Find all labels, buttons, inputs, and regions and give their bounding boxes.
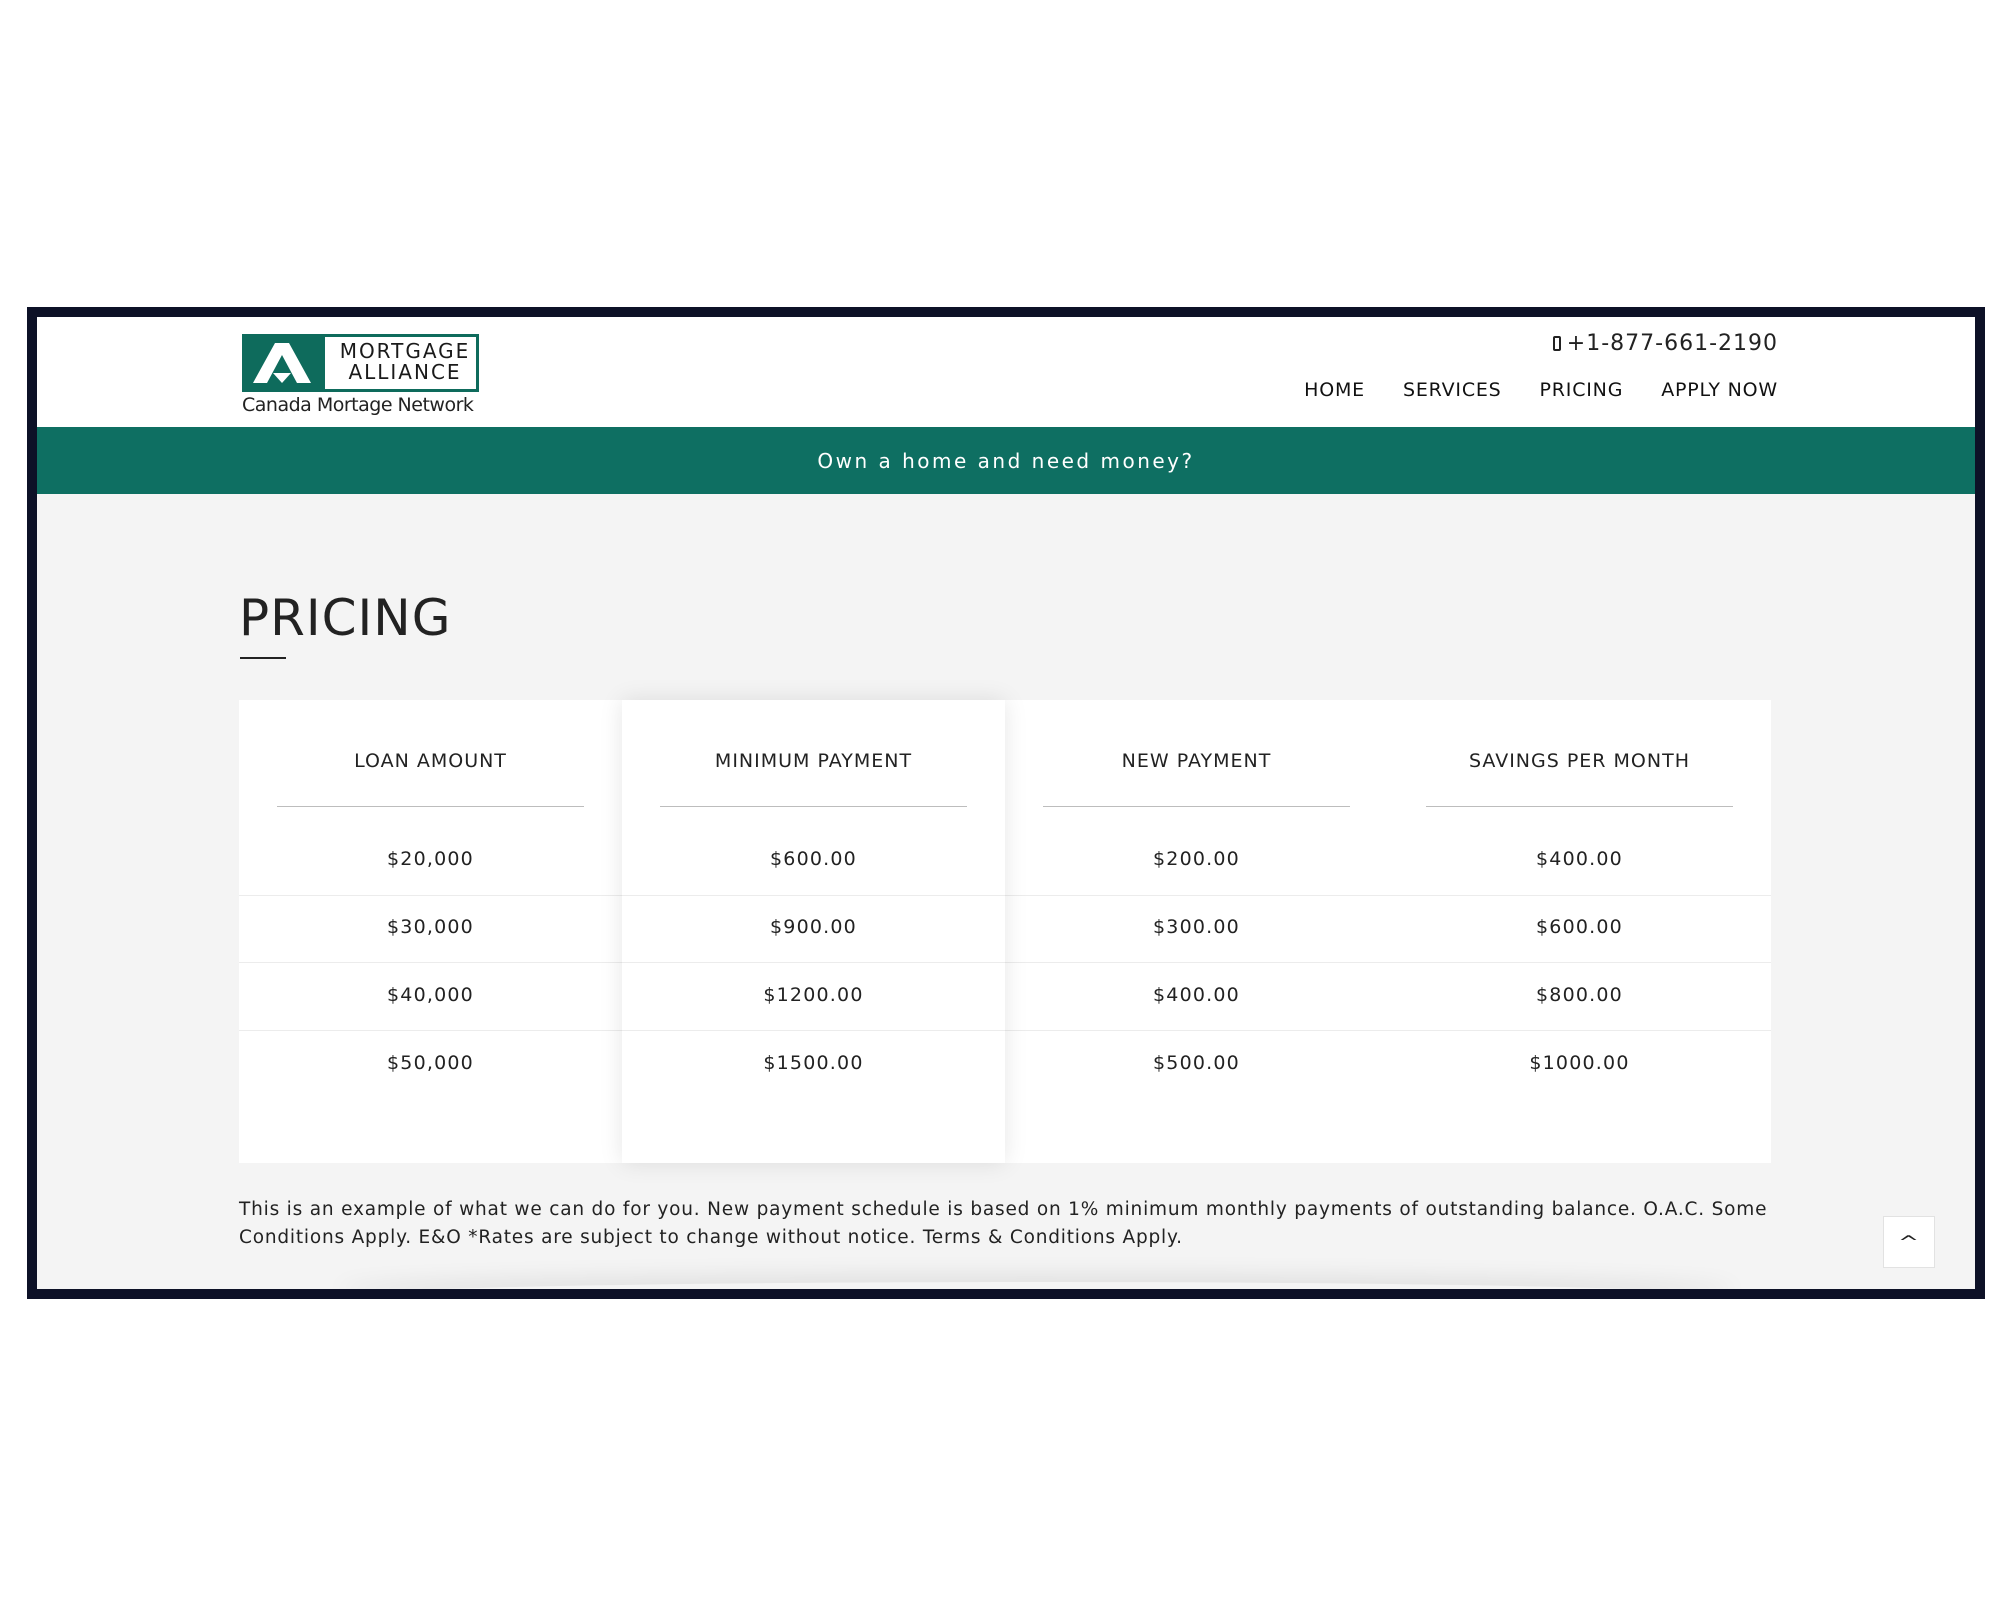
page-title: PRICING bbox=[239, 589, 452, 647]
chevron-up-icon: ^ bbox=[1898, 1231, 1920, 1253]
promo-banner: Own a home and need money? bbox=[37, 427, 1975, 494]
scroll-to-top-button[interactable]: ^ bbox=[1883, 1216, 1935, 1268]
header-rule bbox=[1043, 806, 1350, 807]
table-cell: $200.00 bbox=[1153, 848, 1240, 870]
table-cell: $900.00 bbox=[770, 916, 857, 938]
logo-subtitle: Canada Mortage Network bbox=[242, 394, 474, 416]
nav-apply-now[interactable]: APPLY NOW bbox=[1661, 379, 1778, 401]
main-nav: HOME SERVICES PRICING APPLY NOW bbox=[1304, 379, 1778, 401]
logo-line-1: MORTGAGE bbox=[339, 339, 471, 363]
table-cell: $1000.00 bbox=[1529, 1052, 1630, 1074]
column-header: NEW PAYMENT bbox=[1121, 750, 1272, 772]
phone-link[interactable]: +1-877-661-2190 bbox=[1552, 331, 1778, 356]
row-divider bbox=[239, 895, 1771, 896]
column-header: MINIMUM PAYMENT bbox=[714, 750, 913, 772]
table-cell: $50,000 bbox=[387, 1052, 474, 1074]
pricing-table: LOAN AMOUNT $20,000 $30,000 $40,000 $50,… bbox=[239, 700, 1771, 1163]
row-divider bbox=[622, 962, 1005, 963]
column-new-payment: NEW PAYMENT $200.00 $300.00 $400.00 $500… bbox=[1005, 700, 1388, 1163]
table-cell: $30,000 bbox=[387, 916, 474, 938]
table-cell: $1500.00 bbox=[763, 1052, 864, 1074]
logo[interactable]: MORTGAGE ALLIANCE Canada Mortage Network bbox=[242, 334, 482, 422]
table-cell: $600.00 bbox=[1536, 916, 1623, 938]
banner-text: Own a home and need money? bbox=[817, 448, 1195, 473]
logo-a-mark-icon bbox=[245, 337, 325, 389]
column-loan-amount: LOAN AMOUNT $20,000 $30,000 $40,000 $50,… bbox=[239, 700, 622, 1163]
mobile-phone-icon bbox=[1552, 336, 1561, 351]
nav-services[interactable]: SERVICES bbox=[1403, 379, 1502, 401]
table-cell: $300.00 bbox=[1153, 916, 1240, 938]
row-divider bbox=[622, 1030, 1005, 1031]
row-divider bbox=[622, 895, 1005, 896]
logo-line-2: ALLIANCE bbox=[348, 360, 462, 384]
table-cell: $500.00 bbox=[1153, 1052, 1240, 1074]
footer-shadow bbox=[337, 1282, 1737, 1289]
table-cell: $1200.00 bbox=[763, 984, 864, 1006]
table-cell: $40,000 bbox=[387, 984, 474, 1006]
header-rule bbox=[277, 806, 584, 807]
table-cell: $600.00 bbox=[770, 848, 857, 870]
column-savings-per-month: SAVINGS PER MONTH $400.00 $600.00 $800.0… bbox=[1388, 700, 1771, 1163]
phone-number: +1-877-661-2190 bbox=[1566, 331, 1778, 356]
nav-pricing[interactable]: PRICING bbox=[1540, 379, 1624, 401]
logo-wordmark: MORTGAGE ALLIANCE bbox=[335, 341, 475, 383]
site-header: MORTGAGE ALLIANCE Canada Mortage Network… bbox=[37, 317, 1975, 427]
column-header: LOAN AMOUNT bbox=[354, 750, 507, 772]
row-divider bbox=[239, 1030, 1771, 1031]
table-cell: $400.00 bbox=[1536, 848, 1623, 870]
table-cell: $800.00 bbox=[1536, 984, 1623, 1006]
column-minimum-payment: MINIMUM PAYMENT $600.00 $900.00 $1200.00… bbox=[622, 700, 1005, 1163]
nav-home[interactable]: HOME bbox=[1304, 379, 1365, 401]
column-header: SAVINGS PER MONTH bbox=[1469, 750, 1690, 772]
title-underline bbox=[240, 657, 286, 659]
header-rule bbox=[1426, 806, 1733, 807]
pricing-disclaimer: This is an example of what we can do for… bbox=[239, 1198, 1768, 1248]
table-cell: $400.00 bbox=[1153, 984, 1240, 1006]
header-rule bbox=[660, 806, 967, 807]
logo-box: MORTGAGE ALLIANCE bbox=[242, 334, 479, 392]
row-divider bbox=[239, 962, 1771, 963]
table-cell: $20,000 bbox=[387, 848, 474, 870]
browser-frame: MORTGAGE ALLIANCE Canada Mortage Network… bbox=[27, 307, 1985, 1299]
